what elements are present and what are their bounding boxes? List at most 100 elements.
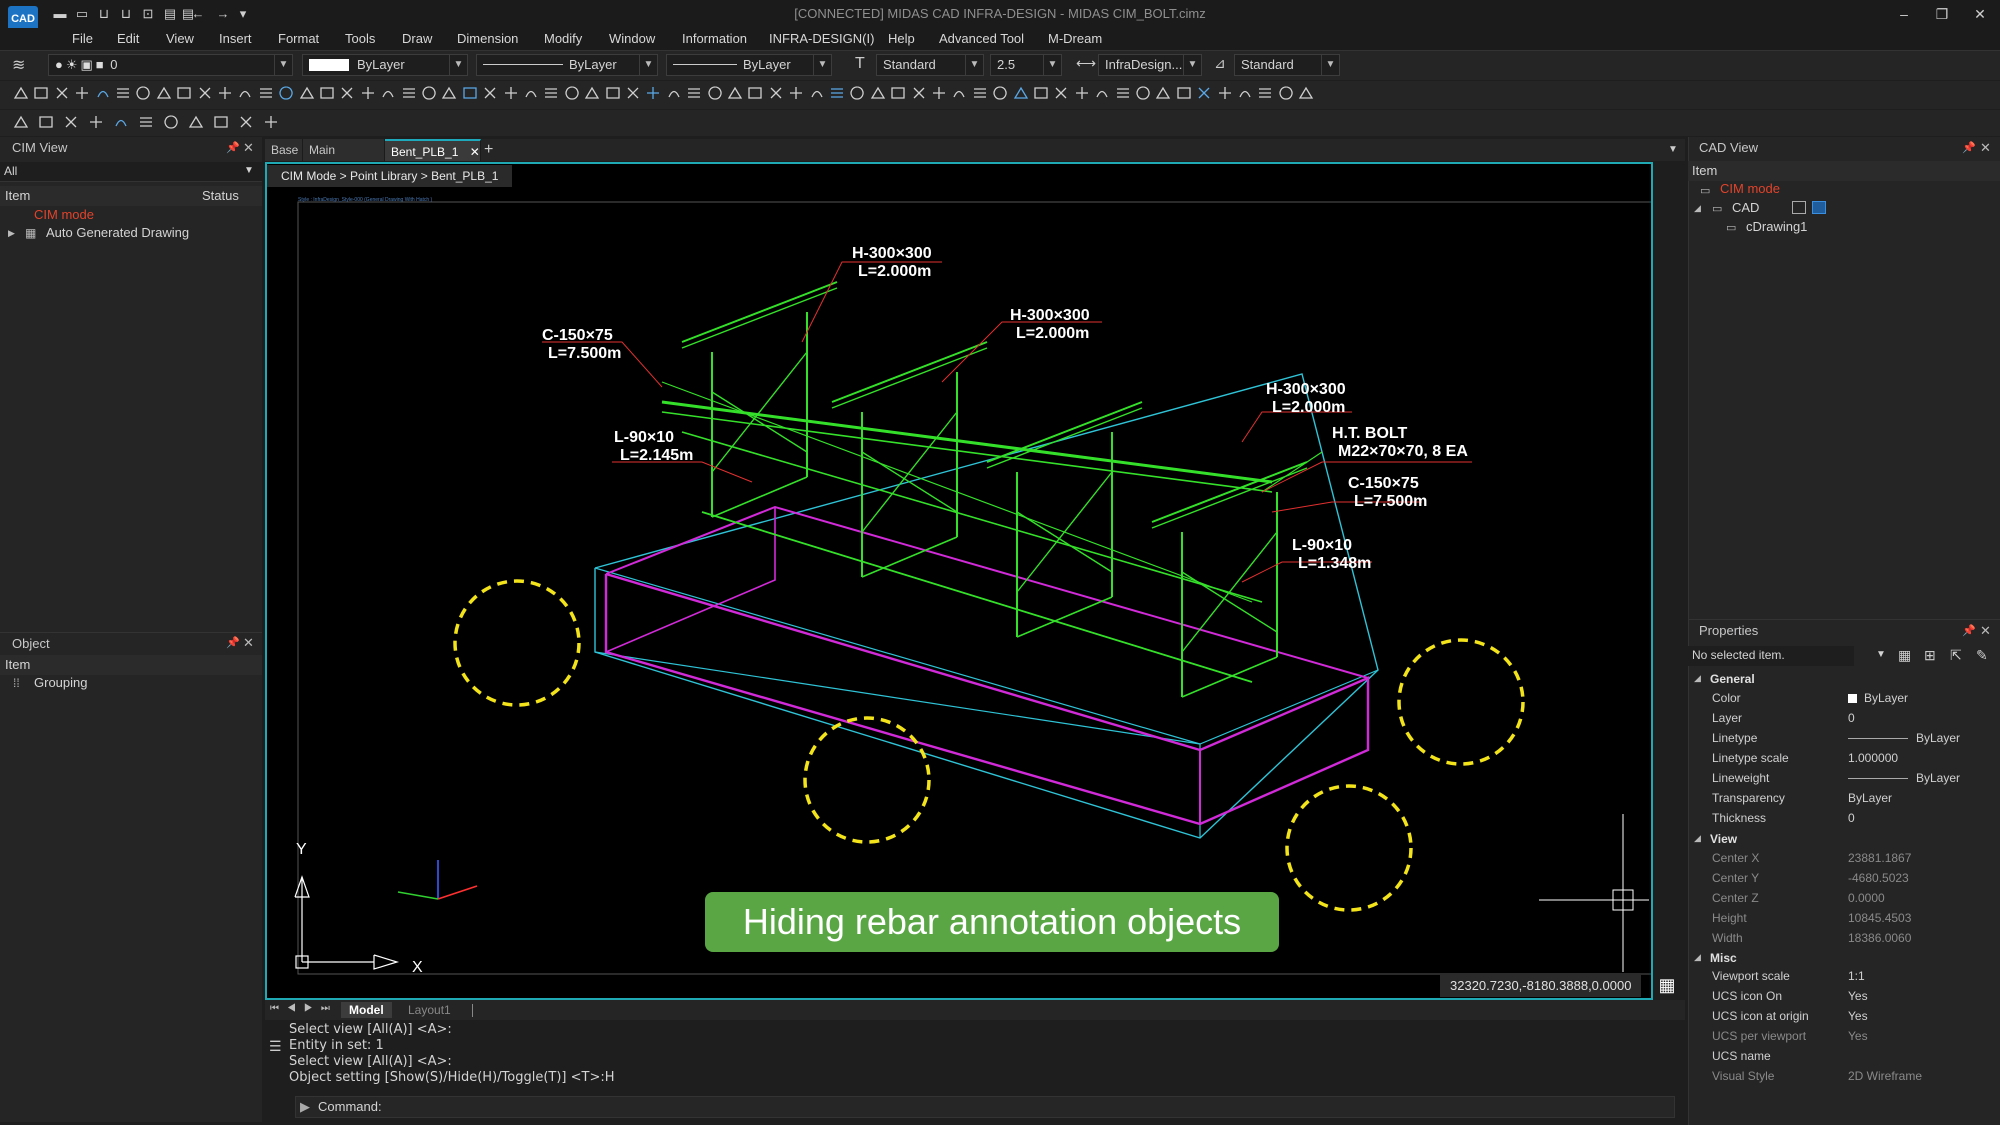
modify-tool-icon[interactable] [563, 84, 581, 102]
modify-tool-icon[interactable] [930, 84, 948, 102]
close-window-icon[interactable]: ✕ [1966, 4, 1994, 24]
prop-value-ucs-icon-on[interactable]: Yes [1848, 986, 1868, 1006]
color-combo[interactable]: ByLayer ▼ [302, 54, 468, 76]
layout-nav-icons[interactable]: ⏮◀▶⏭ [270, 1003, 338, 1014]
modify-tool-icon[interactable] [1154, 84, 1172, 102]
print-icon[interactable]: ▤ [162, 7, 178, 21]
lineweight-combo[interactable]: ByLayer ▼ [666, 54, 832, 76]
modify-tool-icon[interactable] [359, 84, 377, 102]
quick-access-dropdown-icon[interactable]: ▾ [235, 7, 251, 21]
menu-view[interactable]: View [166, 28, 194, 50]
modify-tool-icon[interactable] [522, 84, 540, 102]
menu-infra-design[interactable]: INFRA-DESIGN(I) [769, 28, 874, 50]
tree-item-cdrawing1[interactable]: cDrawing1 [1746, 218, 1807, 236]
tab-list-chevron-icon[interactable]: ▼ [1668, 144, 1678, 155]
drawing-viewport[interactable]: Style : InfraDesign_Style-000 (General D… [265, 162, 1653, 1000]
redo-icon[interactable]: → [215, 7, 231, 21]
command-input[interactable]: ▶ Command: [295, 1096, 1675, 1118]
modify-tool-icon[interactable] [134, 84, 152, 102]
modify-tool-icon[interactable] [644, 84, 662, 102]
menu-help[interactable]: Help [888, 28, 915, 50]
close-icon[interactable]: ✕ [1980, 140, 1991, 156]
collapse-icon[interactable]: ◢ [1694, 833, 1701, 844]
pickadd-icon[interactable]: ⇱ [1950, 647, 1962, 664]
view-tool-icon[interactable] [37, 113, 55, 131]
layout-space-icon[interactable] [1812, 201, 1826, 214]
modify-tool-icon[interactable] [1277, 84, 1295, 102]
view-tool-icon[interactable] [262, 113, 280, 131]
modify-tool-icon[interactable] [53, 84, 71, 102]
modify-tool-icon[interactable] [1093, 84, 1111, 102]
modify-tool-icon[interactable] [767, 84, 785, 102]
modify-tool-icon[interactable] [950, 84, 968, 102]
modify-tool-icon[interactable] [481, 84, 499, 102]
cim-view-filter[interactable]: All ▼ [0, 162, 262, 182]
pin-icon[interactable]: 📌 [226, 141, 240, 154]
model-space-icon[interactable] [1792, 201, 1806, 214]
menu-window[interactable]: Window [609, 28, 655, 50]
collapse-icon[interactable]: ◢ [1694, 203, 1701, 214]
prop-value-viewport-scale[interactable]: 1:1 [1848, 966, 1865, 986]
tab-layout1[interactable]: Layout1 [400, 1002, 459, 1018]
modify-tool-icon[interactable] [869, 84, 887, 102]
tree-item-grouping[interactable]: Grouping [34, 674, 87, 692]
view-tool-icon[interactable] [187, 113, 205, 131]
modify-tool-icon[interactable] [502, 84, 520, 102]
close-icon[interactable]: ✕ [243, 635, 254, 651]
view-tool-icon[interactable] [212, 113, 230, 131]
modify-tool-icon[interactable] [1297, 84, 1315, 102]
section-general[interactable]: General [1710, 669, 1755, 689]
minimize-icon[interactable]: – [1890, 4, 1918, 24]
view-tool-icon[interactable] [237, 113, 255, 131]
tree-item-cim-mode[interactable]: CIM mode [1720, 180, 1780, 198]
tab-model[interactable]: Model [341, 1002, 392, 1018]
modify-tool-icon[interactable] [338, 84, 356, 102]
close-icon[interactable]: ✕ [1980, 623, 1991, 639]
collapse-icon[interactable]: ◢ [1694, 673, 1701, 684]
new-file-icon[interactable]: ▬ [52, 7, 68, 21]
modify-tool-icon[interactable] [73, 84, 91, 102]
modify-tool-icon[interactable] [889, 84, 907, 102]
modify-tool-icon[interactable] [665, 84, 683, 102]
undo-icon[interactable]: ← [190, 7, 206, 21]
match-properties-icon[interactable]: ✎ [1976, 647, 1988, 664]
modify-tool-icon[interactable] [1012, 84, 1030, 102]
modify-tool-icon[interactable] [787, 84, 805, 102]
section-view[interactable]: View [1710, 829, 1737, 849]
modify-tool-icon[interactable] [1114, 84, 1132, 102]
modify-tool-icon[interactable] [298, 84, 316, 102]
close-icon[interactable]: ✕ [243, 140, 254, 156]
modify-tool-icon[interactable] [808, 84, 826, 102]
modify-tool-icon[interactable] [1195, 84, 1213, 102]
modify-tool-icon[interactable] [624, 84, 642, 102]
modify-tool-icon[interactable] [583, 84, 601, 102]
text-height-combo[interactable]: 2.5 ▼ [990, 54, 1062, 76]
prop-value-linetype-scale[interactable]: 1.000000 [1848, 748, 1898, 768]
modify-tool-icon[interactable] [216, 84, 234, 102]
prop-value-thickness[interactable]: 0 [1848, 808, 1855, 828]
menu-edit[interactable]: Edit [117, 28, 139, 50]
modify-tool-icon[interactable] [114, 84, 132, 102]
modify-tool-icon[interactable] [155, 84, 173, 102]
pin-icon[interactable]: 📌 [1962, 624, 1976, 637]
modify-tool-icon[interactable] [746, 84, 764, 102]
modify-tool-icon[interactable] [828, 84, 846, 102]
view-tool-icon[interactable] [137, 113, 155, 131]
save-icon[interactable]: ⊔ [96, 7, 112, 21]
modify-tool-icon[interactable] [175, 84, 193, 102]
section-misc[interactable]: Misc [1710, 948, 1737, 968]
modify-tool-icon[interactable] [1216, 84, 1234, 102]
modify-tool-icon[interactable] [1236, 84, 1254, 102]
selection-dropdown[interactable]: No selected item. ▼ [1688, 646, 1886, 666]
restore-icon[interactable]: ❐ [1928, 4, 1956, 24]
modify-tool-icon[interactable] [910, 84, 928, 102]
menu-format[interactable]: Format [278, 28, 319, 50]
modify-tool-icon[interactable] [971, 84, 989, 102]
grid-layout-icon[interactable]: ▦ [1656, 975, 1678, 997]
menu-m-dream[interactable]: M-Dream [1048, 28, 1102, 50]
modify-tool-icon[interactable] [196, 84, 214, 102]
modify-tool-icon[interactable] [94, 84, 112, 102]
save-as-icon[interactable]: ⊔ [118, 7, 134, 21]
view-tool-icon[interactable] [12, 113, 30, 131]
menu-modify[interactable]: Modify [544, 28, 582, 50]
